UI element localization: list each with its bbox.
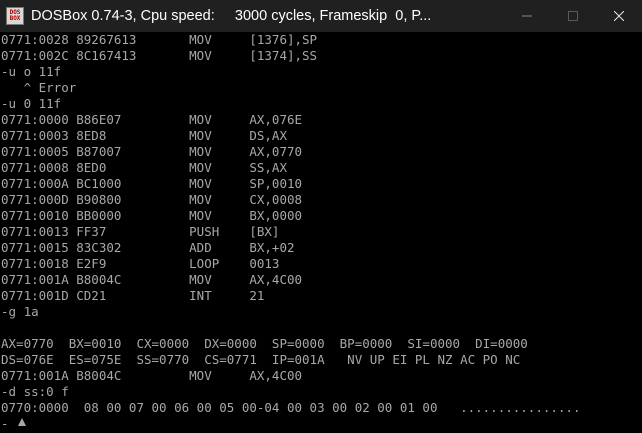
console-line: ^ Error	[1, 80, 77, 95]
console-line: -u o 11f	[1, 64, 62, 79]
console-line: 0771:0000 B86E07 MOV AX,076E	[1, 112, 303, 127]
console-line: 0771:0005 B87007 MOV AX,0770	[1, 144, 303, 159]
console-line: DS=076E ES=075E SS=0770 CS=0771 IP=001A …	[1, 352, 521, 367]
console-line: 0771:0010 BB0000 MOV BX,0000	[1, 208, 303, 223]
console-line: 0771:0008 8ED0 MOV SS,AX	[1, 160, 287, 175]
console-line: AX=0770 BX=0010 CX=0000 DX=0000 SP=0000 …	[1, 336, 528, 351]
console-line: 0771:001D CD21 INT 21	[1, 288, 265, 303]
console-line: 0771:0028 89267613 MOV [1376],SP	[1, 32, 318, 47]
minimize-button[interactable]	[504, 0, 550, 32]
console-line: 0771:0015 83C302 ADD BX,+02	[1, 240, 295, 255]
console-line: 0770:0000 08 00 07 00 06 00 05 00-04 00 …	[1, 400, 581, 415]
maximize-icon	[568, 11, 578, 21]
console-line: 0771:0018 E2F9 LOOP 0013	[1, 256, 280, 271]
dos-console[interactable]: 0771:0028 89267613 MOV [1376],SP 0771:00…	[0, 32, 642, 433]
window-title: DOSBox 0.74-3, Cpu speed: 3000 cycles, F…	[31, 8, 432, 24]
console-line: 0771:002C 8C167413 MOV [1374],SS	[1, 48, 318, 63]
console-line: 0771:001A B8004C MOV AX,4C00	[1, 368, 303, 383]
console-line: -d ss:0 f	[1, 384, 69, 399]
console-line: 0771:0003 8ED8 MOV DS,AX	[1, 128, 287, 143]
maximize-button[interactable]	[550, 0, 596, 32]
console-line: -u 0 11f	[1, 96, 62, 111]
window-controls	[504, 0, 642, 32]
console-line: 0771:000D B90800 MOV CX,0008	[1, 192, 303, 207]
console-line: 0771:001A B8004C MOV AX,4C00	[1, 272, 303, 287]
title-bar[interactable]: DOS BOX DOSBox 0.74-3, Cpu speed: 3000 c…	[0, 0, 642, 32]
close-button[interactable]	[596, 0, 642, 32]
prompt-line: -	[1, 416, 9, 431]
close-icon	[614, 11, 624, 21]
console-line: 0771:000A BC1000 MOV SP,0010	[1, 176, 303, 191]
console-line: -g 1a	[1, 304, 39, 319]
console-line: 0771:0013 FF37 PUSH [BX]	[1, 224, 280, 239]
cursor-caret-icon	[18, 418, 26, 426]
dosbox-app-icon[interactable]: DOS BOX	[6, 7, 24, 25]
minimize-icon	[522, 15, 532, 17]
dosbox-window: DOS BOX DOSBox 0.74-3, Cpu speed: 3000 c…	[0, 0, 642, 433]
icon-text-bottom: BOX	[9, 15, 21, 22]
